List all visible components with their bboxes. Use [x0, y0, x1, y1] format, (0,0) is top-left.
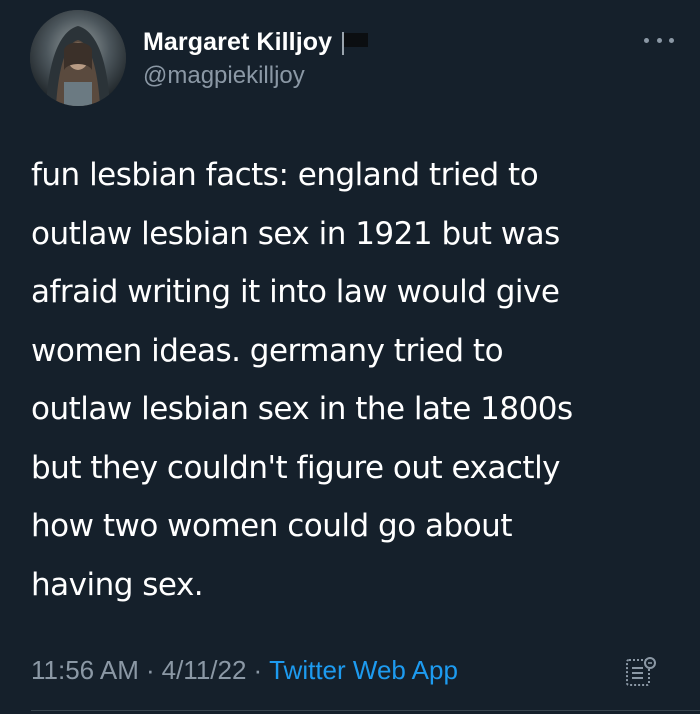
tweet-text: fun lesbian facts: england tried to outl…	[31, 157, 573, 603]
tweet-source-link[interactable]: Twitter Web App	[269, 655, 458, 686]
author-display-name[interactable]: Margaret Killjoy	[143, 28, 332, 57]
meta-separator: ·	[253, 655, 263, 685]
more-options-icon[interactable]	[644, 30, 674, 50]
tweet-time[interactable]: 11:56 AM	[31, 655, 139, 686]
black-flag-icon	[340, 30, 370, 56]
tweet-meta: 11:56 AM · 4/11/22 · Twitter Web App	[31, 655, 458, 686]
avatar[interactable]	[30, 10, 126, 106]
tweet-analytics-icon[interactable]	[624, 655, 658, 689]
meta-separator: ·	[145, 655, 155, 685]
author-handle[interactable]: @magpiekilljoy	[143, 62, 305, 90]
author-name-row: Margaret Killjoy	[143, 28, 370, 57]
tweet-date[interactable]: 4/11/22	[162, 655, 247, 686]
avatar-image	[30, 10, 126, 106]
divider	[31, 710, 700, 711]
tweet-card: Margaret Killjoy @magpiekilljoy fun lesb…	[0, 0, 700, 714]
